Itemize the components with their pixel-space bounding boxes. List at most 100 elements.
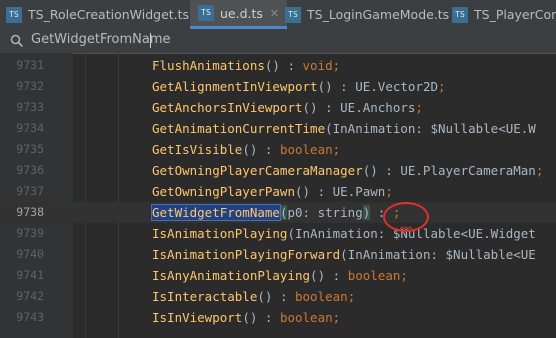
paren-open: ( — [325, 121, 333, 136]
parameter-list: InAnimation: $Nullable<UE.W — [332, 121, 536, 136]
method-name: GetAlignmentInViewport — [152, 79, 318, 94]
code-line[interactable]: 9731 FlushAnimations() : void; — [0, 55, 556, 76]
return-type: UE.PlayerCameraMan — [400, 163, 536, 178]
code-line[interactable]: 9742 IsInteractable() : boolean; — [0, 286, 556, 307]
typescript-file-icon: TS — [198, 5, 214, 21]
typescript-file-icon: TS — [6, 6, 22, 23]
line-number: 9739 — [16, 226, 44, 240]
tab-label: TS_PlayerContro — [474, 7, 556, 22]
method-name: FlushAnimations — [152, 58, 265, 73]
type-colon: : — [257, 142, 280, 157]
line-number: 9736 — [16, 163, 44, 177]
find-bar: GetWidgetFromName — [0, 29, 556, 54]
line-number: 9743 — [16, 310, 44, 324]
code-line[interactable]: 9743 IsInViewport() : boolean; — [0, 307, 556, 328]
paren-close: ) — [325, 79, 333, 94]
paren-open: ( — [295, 184, 303, 199]
return-type: boolean — [295, 289, 348, 304]
paren-open: ( — [340, 247, 348, 262]
code-text: FlushAnimations() : void; — [152, 55, 340, 76]
tab-ts-logingamemode[interactable]: TS TS_LoginGameMode.ts — [285, 0, 449, 29]
method-name: IsAnyAnimationPlaying — [152, 268, 311, 283]
paren-close: ) — [370, 163, 378, 178]
code-text: IsAnimationPlayingForward(InAnimation: $… — [152, 244, 536, 265]
paren-open: ( — [242, 310, 250, 325]
line-number: 9735 — [16, 142, 44, 156]
search-icon — [10, 34, 24, 48]
editor-tab-bar: TS TS_RoleCreationWidget.ts TS ue.d.ts ✕… — [0, 0, 556, 30]
code-text: GetWidgetFromName(p0: string) : ; — [151, 202, 400, 223]
code-line[interactable]: 9733 GetAnchorsInViewport() : UE.Anchors; — [0, 97, 556, 118]
semicolon: ; — [438, 79, 446, 94]
type-colon: : — [332, 79, 356, 94]
line-number: 9741 — [16, 268, 44, 282]
return-type: boolean — [347, 268, 401, 283]
type-colon: : — [325, 268, 348, 283]
code-text: GetAlignmentInViewport() : UE.Vector2D; — [152, 76, 446, 97]
semicolon: ; — [332, 58, 341, 73]
method-name: IsAnimationPlaying — [152, 226, 288, 241]
method-name: GetOwningPlayerCameraManager — [152, 163, 363, 178]
code-line[interactable]: 9737 GetOwningPlayerPawn() : UE.Pawn; — [0, 181, 556, 202]
method-name: GetWidgetFromName — [151, 204, 281, 221]
semicolon: ; — [347, 289, 356, 304]
line-number: 9740 — [16, 247, 44, 261]
semicolon: ; — [400, 268, 408, 283]
return-type: boolean — [279, 142, 333, 157]
type-colon: : — [272, 289, 295, 304]
error-squiggle — [400, 226, 413, 230]
typescript-file-icon: TS — [452, 6, 468, 23]
line-number: 9738 — [16, 205, 44, 219]
parameter-list: InAnimation: $Nullable<UE — [347, 247, 536, 262]
code-line[interactable]: 9732 GetAlignmentInViewport() : UE.Vector… — [0, 76, 556, 97]
tab-ts-rolecreationwidget[interactable]: TS TS_RoleCreationWidget.ts — [6, 0, 189, 29]
semicolon: ; — [535, 163, 544, 178]
code-text: IsAnyAnimationPlaying() : boolean; — [152, 265, 408, 286]
method-name: GetIsVisible — [152, 142, 243, 157]
code-line[interactable]: 9738 GetWidgetFromName(p0: string) : ; — [0, 202, 556, 223]
close-icon[interactable]: ✕ — [270, 7, 279, 20]
paren-close: ) — [317, 268, 326, 283]
text-cursor — [150, 33, 151, 48]
code-text: GetAnchorsInViewport() : UE.Anchors; — [152, 97, 423, 118]
paren-open: ( — [317, 79, 326, 94]
type-colon: : — [257, 310, 280, 325]
paren-open: ( — [287, 226, 295, 241]
type-colon: : — [310, 184, 333, 199]
tab-ts-playercontroller[interactable]: TS TS_PlayerContro — [452, 0, 556, 29]
line-number: 9737 — [16, 184, 44, 198]
code-text: IsInteractable() : boolean; — [152, 286, 355, 307]
code-line[interactable]: 9736 GetOwningPlayerCameraManager() : UE.… — [0, 160, 556, 181]
method-name: IsInViewport — [152, 310, 243, 325]
return-type: UE.Pawn — [332, 184, 386, 199]
code-text: IsInViewport() : boolean; — [152, 307, 340, 328]
type-colon: : — [279, 58, 303, 73]
semicolon: ; — [415, 100, 423, 115]
typescript-file-icon: TS — [285, 6, 301, 23]
paren-close: ) — [272, 58, 280, 73]
method-name: GetOwningPlayerPawn — [152, 184, 295, 199]
line-number: 9732 — [16, 79, 44, 93]
code-text: IsAnimationPlaying(InAnimation: $Nullabl… — [152, 223, 536, 244]
paren-close: ) — [302, 184, 311, 199]
code-line[interactable]: 9740 IsAnimationPlayingForward(InAnimatio… — [0, 244, 556, 265]
code-text: GetOwningPlayerCameraManager() : UE.Play… — [152, 160, 543, 181]
semicolon: ; — [332, 142, 341, 157]
method-name: GetAnchorsInViewport — [152, 100, 303, 115]
paren-open: ( — [302, 100, 311, 115]
code-line[interactable]: 9739 IsAnimationPlaying(InAnimation: $Nul… — [0, 223, 556, 244]
return-type: UE.Vector2D — [355, 79, 439, 94]
line-number: 9734 — [16, 121, 44, 135]
code-line[interactable]: 9735 GetIsVisible() : boolean; — [0, 139, 556, 160]
return-type: UE.Anchors — [340, 100, 416, 115]
semicolon: ; — [385, 184, 393, 199]
tab-ue-d-ts[interactable]: TS ue.d.ts ✕ — [190, 0, 288, 29]
code-line[interactable]: 9734 GetAnimationCurrentTime(InAnimation:… — [0, 118, 556, 139]
type-colon: : — [377, 163, 401, 178]
tab-label: TS_LoginGameMode.ts — [307, 7, 450, 22]
method-name: GetAnimationCurrentTime — [152, 121, 326, 136]
tab-label: TS_RoleCreationWidget.ts — [28, 7, 190, 22]
paren-open: ( — [310, 268, 318, 283]
code-line[interactable]: 9741 IsAnyAnimationPlaying() : boolean; — [0, 265, 556, 286]
semicolon: ; — [332, 310, 341, 325]
